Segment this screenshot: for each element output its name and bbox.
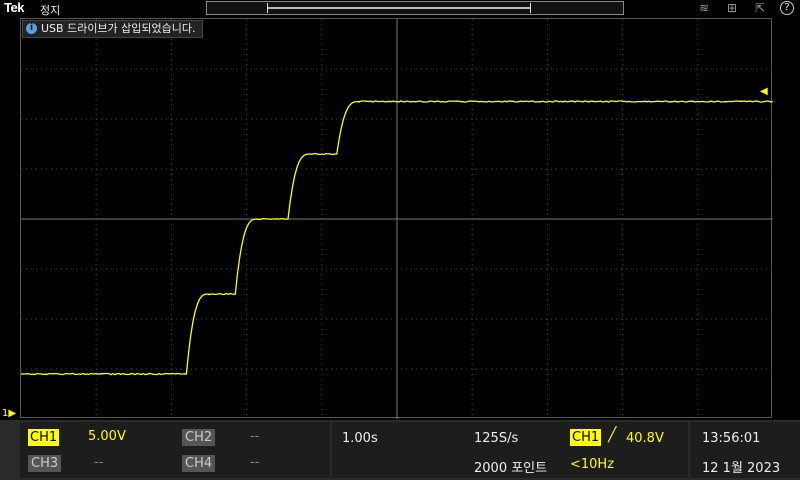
info-icon: i xyxy=(26,23,37,34)
top-icons: ≋ ⊞ ⇱ ? xyxy=(696,1,794,15)
export-icon[interactable]: ⇱ xyxy=(752,1,768,15)
acquisition-panel[interactable]: 1.00s 125S/s 2000 포인트 CH1 ╱ 40.8V <10Hz xyxy=(332,422,688,478)
timebase-value: 1.00s xyxy=(342,431,378,446)
ch4-scale: -- xyxy=(250,455,259,470)
clock-date: 12 1월 2023 xyxy=(702,457,780,476)
sample-rate: 125S/s xyxy=(474,431,518,446)
record-view-bar[interactable] xyxy=(206,1,624,15)
waveform-graticule[interactable] xyxy=(20,18,772,418)
graticule-svg xyxy=(21,19,773,419)
usb-notice-text: USB 드라이브가 삽입되었습니다. xyxy=(41,22,196,35)
bottom-status-bar: CH1 5.00V CH2 -- CH3 -- CH4 -- 1.00s 125… xyxy=(0,420,800,480)
trigger-level: 40.8V xyxy=(626,431,664,446)
usb-notice[interactable]: i USB 드라이브가 삽입되었습니다. xyxy=(22,20,203,38)
trigger-source-badge[interactable]: CH1 xyxy=(570,429,601,446)
rising-edge-icon: ╱ xyxy=(608,427,616,443)
ch1-scale: 5.00V xyxy=(88,429,126,444)
trigger-level-marker[interactable]: ◀ xyxy=(760,86,768,97)
top-status-bar: Tek 정지 ≋ ⊞ ⇱ ? xyxy=(0,0,800,18)
ch1-ground-marker[interactable]: 1▶ xyxy=(2,408,16,419)
brand-logo: Tek xyxy=(4,0,24,15)
trigger-frequency: <10Hz xyxy=(570,457,614,472)
ch3-scale: -- xyxy=(94,455,103,470)
ch3-badge[interactable]: CH3 xyxy=(28,455,61,472)
wifi-icon[interactable]: ≋ xyxy=(696,1,712,15)
ch4-badge[interactable]: CH4 xyxy=(182,455,215,472)
network-icon[interactable]: ⊞ xyxy=(724,1,740,15)
ch2-scale: -- xyxy=(250,429,259,444)
ch2-badge[interactable]: CH2 xyxy=(182,429,215,446)
help-icon[interactable]: ? xyxy=(780,1,794,15)
channel-panel[interactable]: CH1 5.00V CH2 -- CH3 -- CH4 -- xyxy=(20,422,330,478)
ch1-badge[interactable]: CH1 xyxy=(28,429,59,446)
clock-time: 13:56:01 xyxy=(702,431,760,446)
record-length: 2000 포인트 xyxy=(474,457,547,476)
run-state-indicator[interactable]: 정지 xyxy=(40,2,60,18)
clock-panel: 13:56:01 12 1월 2023 xyxy=(690,422,800,478)
record-window-indicator xyxy=(267,7,531,9)
